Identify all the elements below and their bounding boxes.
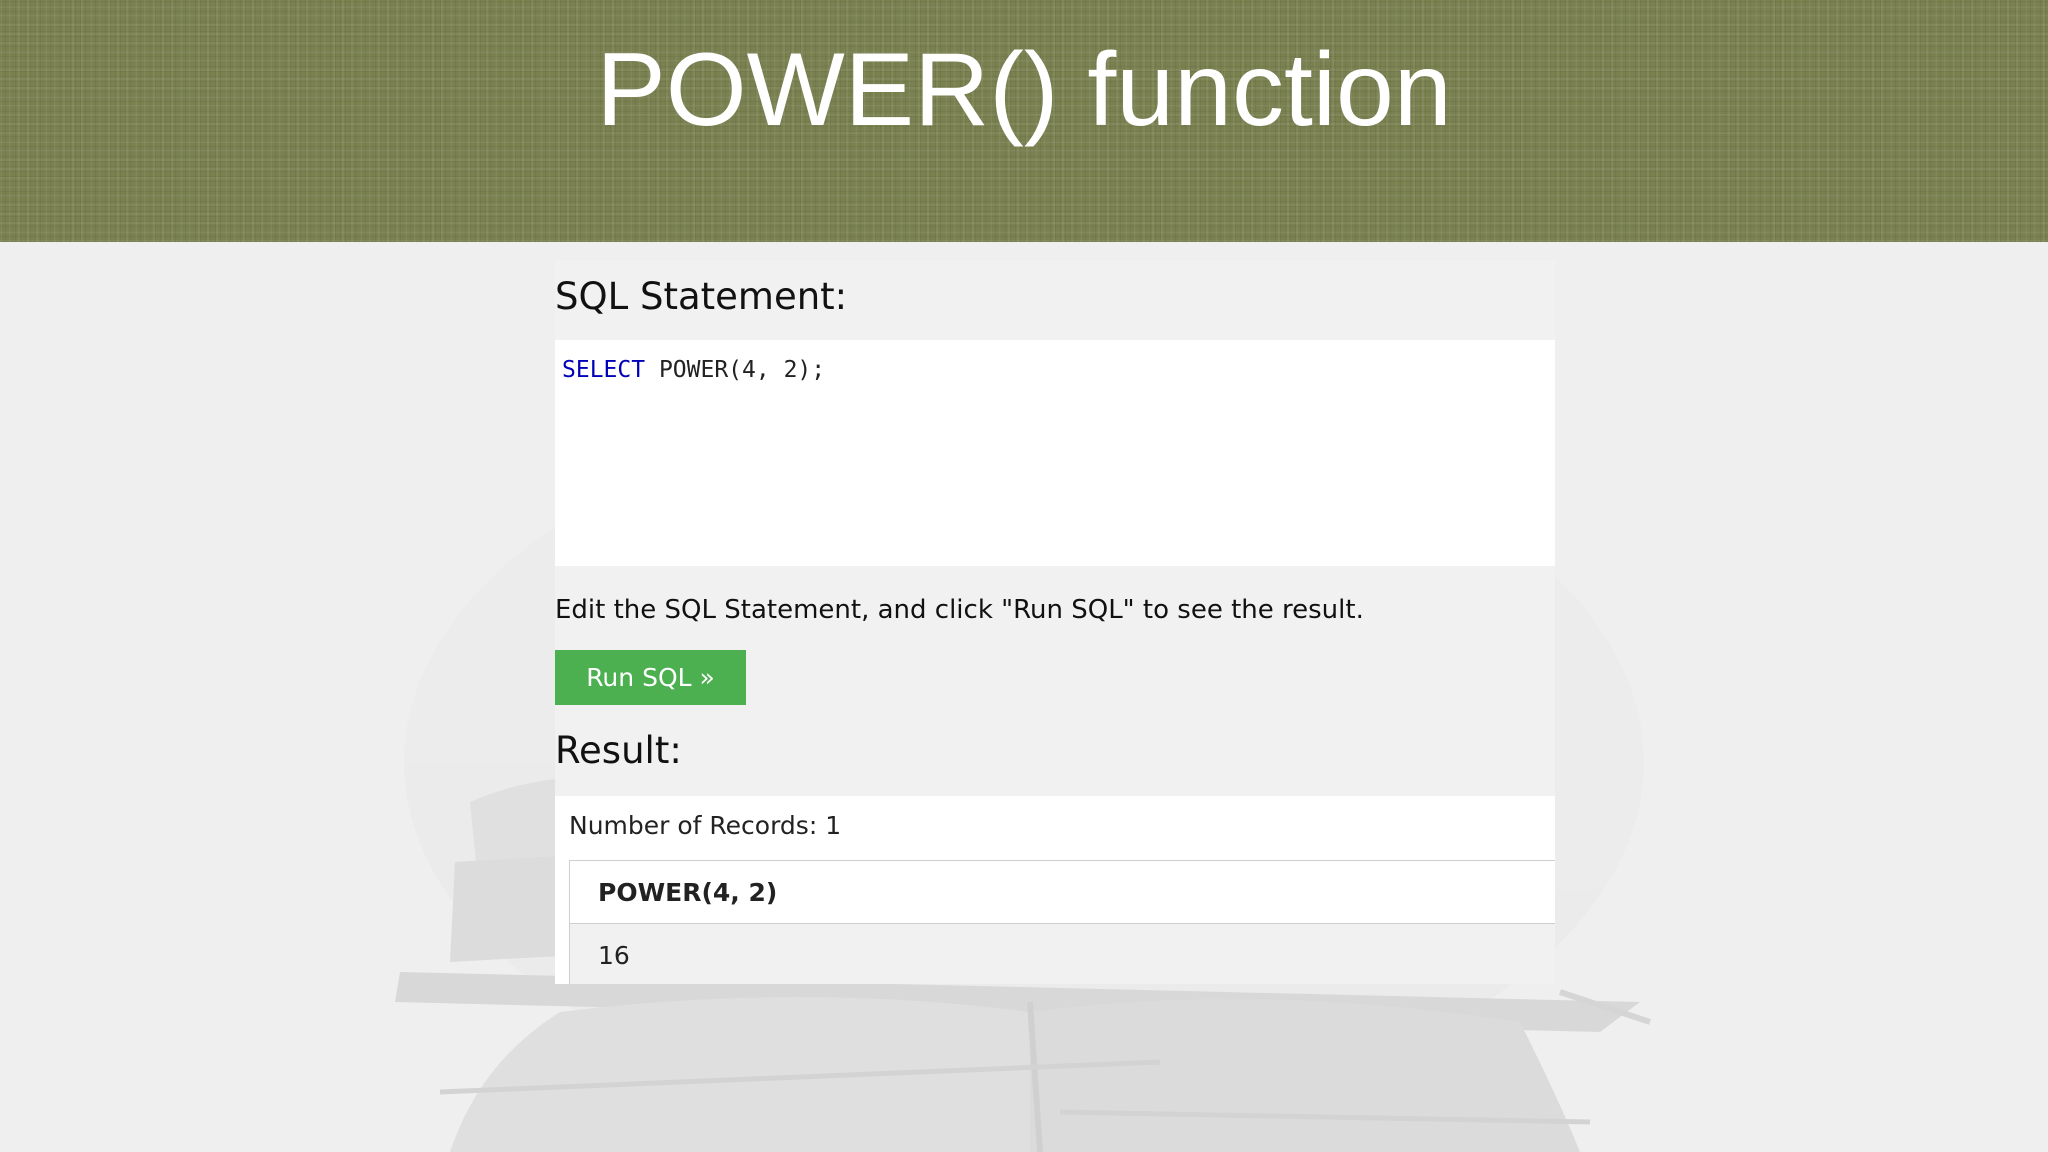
sql-keyword: SELECT (562, 357, 646, 383)
result-table: POWER(4, 2) 16 (569, 860, 1555, 984)
table-cell: 16 (569, 923, 1555, 984)
tryit-panel: SQL Statement: SELECT POWER(4, 2); Edit … (555, 260, 1555, 984)
sql-statement-heading: SQL Statement: (555, 275, 848, 318)
run-sql-button[interactable]: Run SQL » (555, 650, 746, 705)
table-row: 16 (569, 923, 1555, 984)
sql-code: POWER(4, 2); (645, 357, 826, 383)
column-header: POWER(4, 2) (569, 860, 1555, 924)
table-header-row: POWER(4, 2) (569, 860, 1555, 924)
records-count: Number of Records: 1 (569, 811, 842, 840)
slide-title: POWER() function (596, 32, 1452, 148)
instruction-text: Edit the SQL Statement, and click "Run S… (555, 595, 1364, 625)
sql-editor[interactable]: SELECT POWER(4, 2); (555, 340, 1555, 566)
slide-header-banner: POWER() function (0, 0, 2048, 242)
result-heading: Result: (555, 729, 682, 772)
result-box: Number of Records: 1 POWER(4, 2) 16 (555, 796, 1555, 984)
